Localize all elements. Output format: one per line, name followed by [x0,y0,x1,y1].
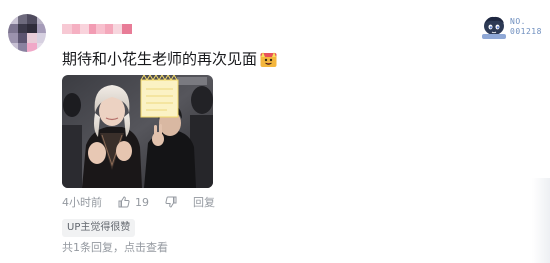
username-pixel [96,24,105,34]
dislike-button[interactable] [165,196,177,208]
avatar-pixel [17,23,27,33]
avatar-pixel [8,23,18,33]
comment-actions: 4小时前 19 回复 [62,194,215,210]
avatar-pixel [8,33,18,43]
user-avatar[interactable] [8,14,46,52]
username-pixel [80,24,89,34]
thumbs-down-icon [165,196,177,208]
fan-character-icon [482,16,506,39]
avatar-pixel [8,42,18,52]
comment-content: 期待和小花生老师的再次见面 [62,49,277,69]
comment-photo[interactable] [62,75,213,188]
username-pixel [62,24,72,34]
username-pixel [122,24,132,34]
reply-count-text: 共1条回复， [62,241,124,254]
fan-badge: NO. 001218 [480,14,542,40]
fan-number-prefix: NO. [510,17,526,26]
fan-number: NO. 001218 [510,17,542,37]
avatar-pixel [8,14,18,24]
avatar-pixel [36,33,46,43]
username-pixel [113,24,122,34]
avatar-pixel [27,33,37,43]
photo-image [62,75,213,188]
avatar-pixel [27,42,37,52]
like-count: 19 [135,195,149,209]
avatar-pixel [27,14,37,24]
comment-item: NO. 001218 期待和小花生老师的再次见面 4小时前 19 回复 UP主觉… [0,0,550,263]
edge-shadow [532,178,550,263]
avatar-pixel [17,33,27,43]
avatar-pixel [36,23,46,33]
like-button[interactable]: 19 [118,196,149,209]
view-replies-link[interactable]: 点击查看 [124,241,168,254]
reply-summary[interactable]: 共1条回复，点击查看 [62,241,168,255]
comment-time: 4小时前 [62,196,102,209]
cheering-emoji-icon [260,51,277,67]
reply-button[interactable]: 回复 [193,194,215,210]
up-liked-badge: UP主觉得很赞 [62,219,136,237]
avatar-pixel [36,14,46,24]
avatar-pixel [17,42,27,52]
fan-number-value: 001218 [510,27,542,36]
avatar-pixel [27,23,37,33]
username-pixel [89,24,96,34]
username-pixel [105,24,113,34]
comment-text: 期待和小花生老师的再次见面 [62,50,258,68]
thumbs-up-icon [118,196,130,208]
username[interactable] [62,24,132,34]
avatar-pixel [36,42,46,52]
username-pixel [72,24,80,34]
avatar-pixel [17,14,27,24]
